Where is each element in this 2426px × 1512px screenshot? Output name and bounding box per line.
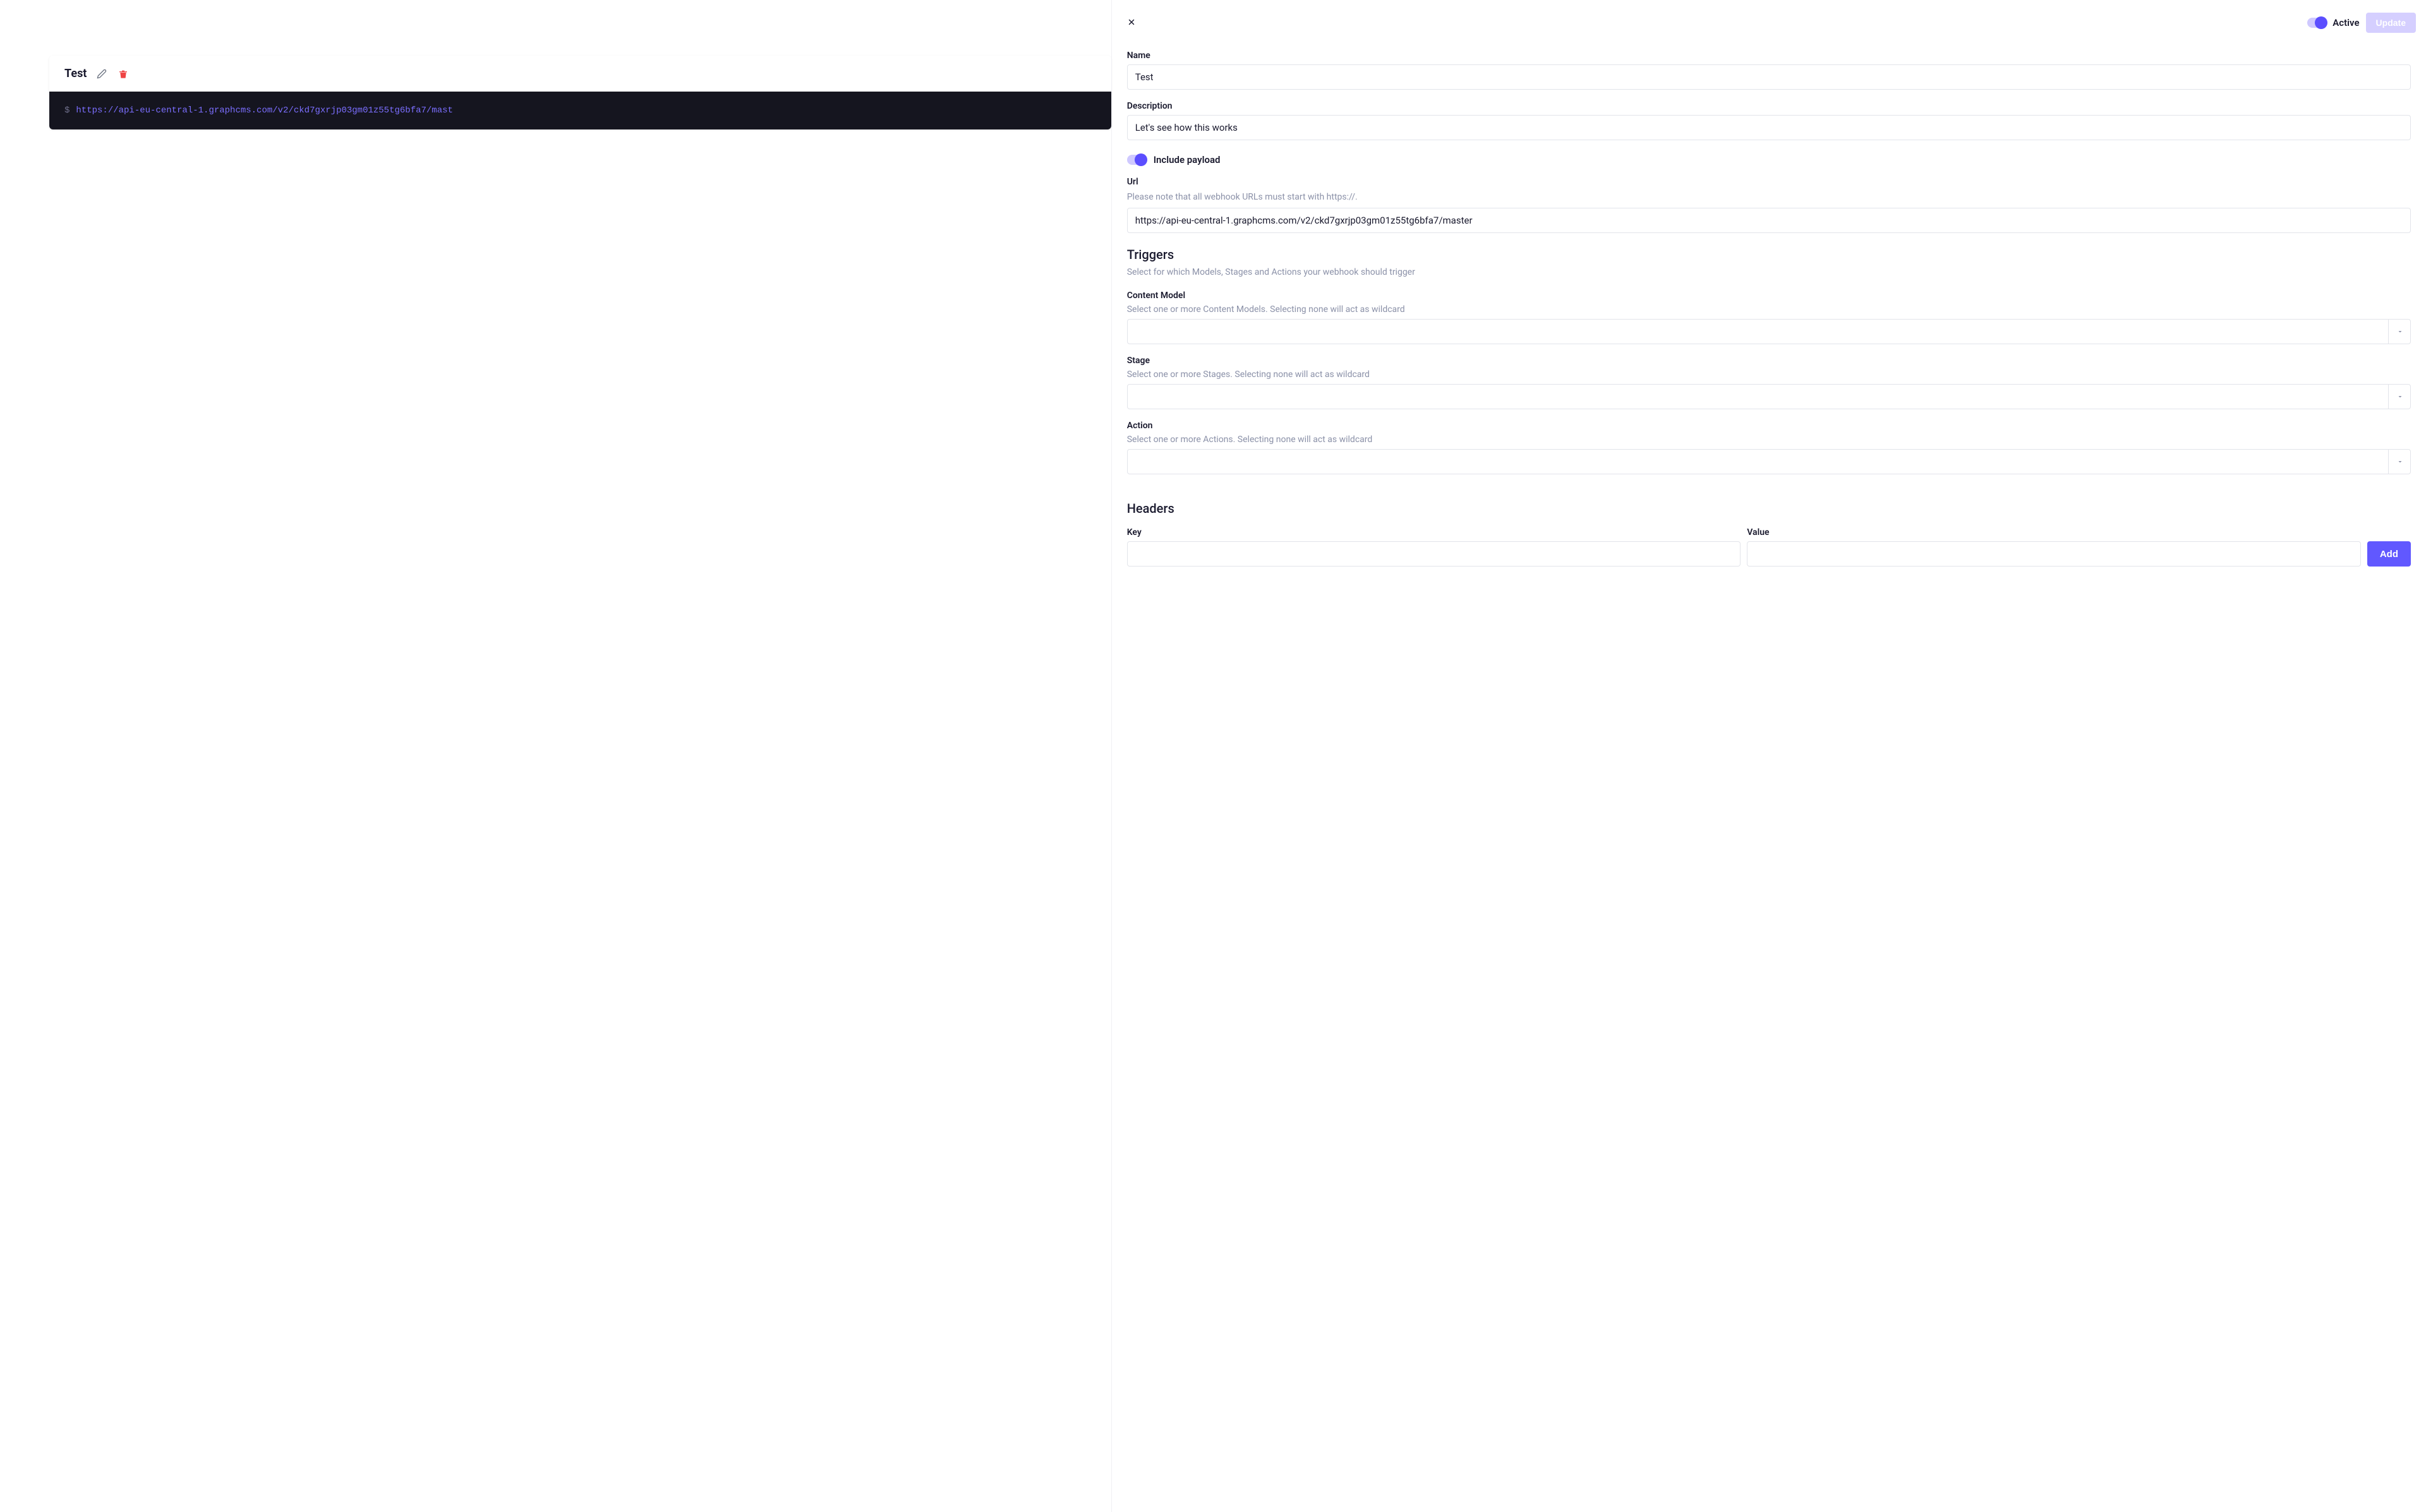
toggle-knob (2315, 16, 2327, 29)
content-model-label: Content Model (1127, 291, 2411, 301)
active-label: Active (2332, 17, 2359, 28)
update-button[interactable]: Update (2366, 13, 2416, 33)
stage-label: Stage (1127, 356, 2411, 366)
triggers-title: Triggers (1127, 247, 2411, 262)
url-label: Url (1127, 177, 2411, 187)
name-label: Name (1127, 51, 2411, 61)
stage-hint: Select one or more Stages. Selecting non… (1127, 368, 2411, 381)
header-key-label: Key (1127, 527, 1741, 537)
action-hint: Select one or more Actions. Selecting no… (1127, 433, 2411, 447)
webhook-card: Test $ https://api-eu-central-1.graphcms.… (49, 56, 1111, 129)
toggle-knob (1135, 153, 1147, 166)
webhook-title: Test (64, 67, 87, 80)
include-payload-toggle[interactable] (1127, 155, 1146, 165)
close-icon (1127, 18, 1136, 27)
header-value-input[interactable] (1747, 541, 2361, 567)
code-prompt: $ (64, 105, 69, 116)
header-key-input[interactable] (1127, 541, 1741, 567)
description-input[interactable] (1127, 115, 2411, 140)
active-toggle[interactable] (2307, 18, 2326, 28)
url-input[interactable] (1127, 208, 2411, 233)
content-model-select[interactable] (1127, 319, 2411, 344)
delete-button[interactable] (117, 68, 130, 80)
header-value-label: Value (1747, 527, 2361, 537)
include-payload-label: Include payload (1154, 154, 1221, 165)
headers-title: Headers (1127, 501, 2411, 516)
name-input[interactable] (1127, 64, 2411, 90)
close-button[interactable] (1122, 14, 1141, 32)
code-block: $ https://api-eu-central-1.graphcms.com/v… (49, 92, 1111, 129)
trash-icon (118, 69, 128, 79)
pencil-icon (97, 69, 107, 79)
code-url: https://api-eu-central-1.graphcms.com/v2… (76, 105, 453, 116)
action-select[interactable] (1127, 449, 2411, 474)
edit-button[interactable] (95, 68, 108, 80)
action-label: Action (1127, 421, 2411, 431)
stage-select[interactable] (1127, 384, 2411, 409)
description-label: Description (1127, 101, 2411, 111)
add-header-button[interactable]: Add (2367, 541, 2411, 567)
content-model-hint: Select one or more Content Models. Selec… (1127, 303, 2411, 316)
triggers-hint: Select for which Models, Stages and Acti… (1127, 266, 2411, 279)
url-hint: Please note that all webhook URLs must s… (1127, 191, 2411, 204)
